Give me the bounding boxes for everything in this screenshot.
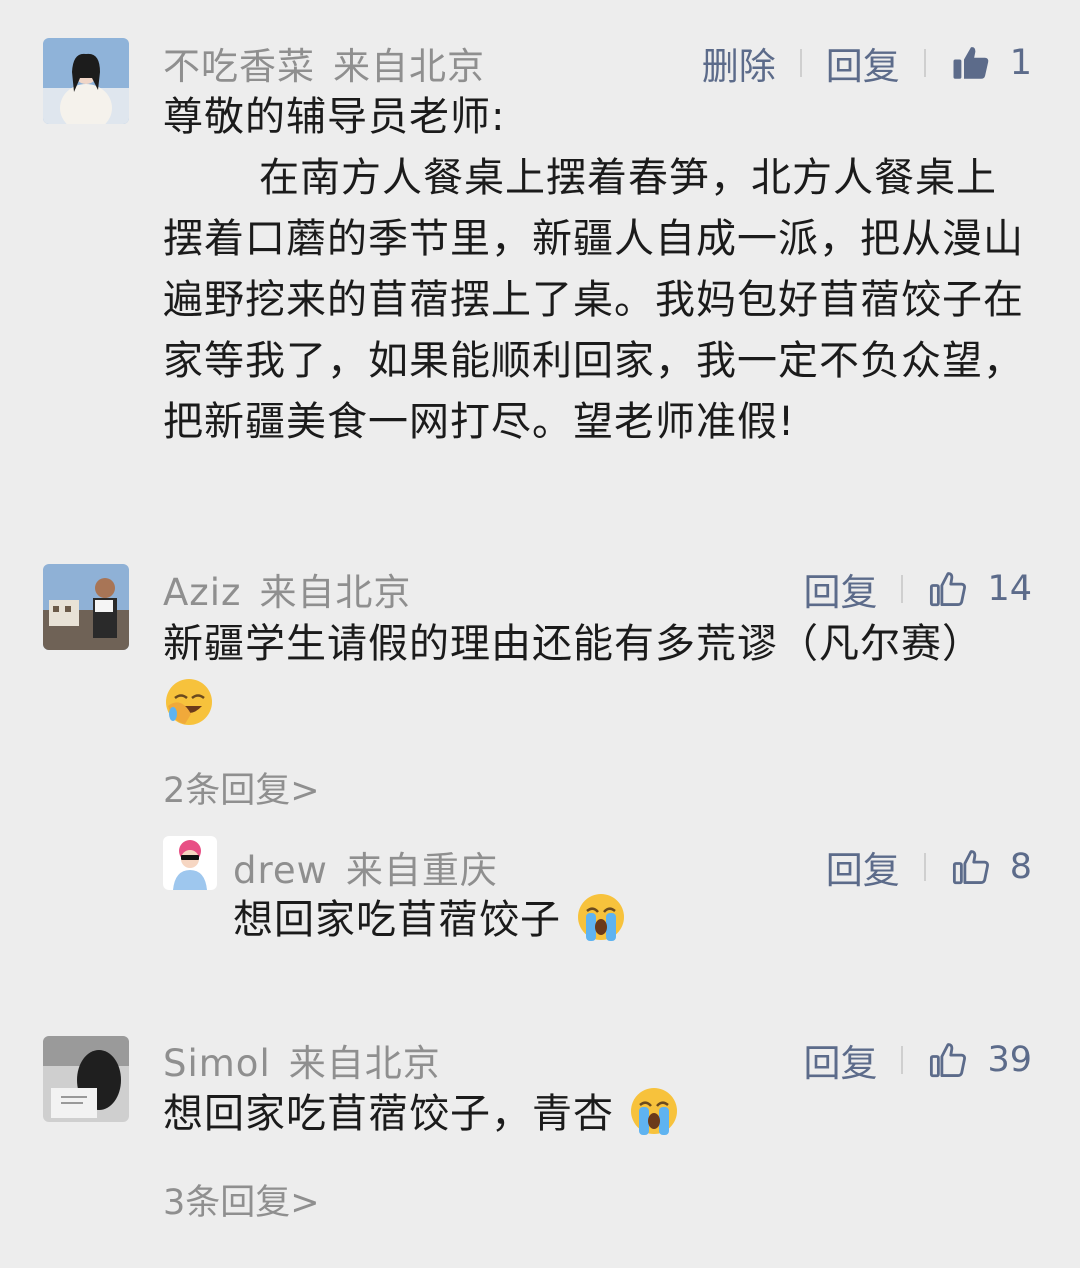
reply-button[interactable]: 回复: [803, 562, 877, 616]
avatar[interactable]: [163, 836, 217, 890]
like-button[interactable]: 1: [950, 42, 1032, 84]
like-count: 8: [1009, 847, 1032, 887]
like-count: 14: [987, 569, 1032, 609]
comment-actions: 回复 8: [826, 840, 1032, 894]
divider: [799, 49, 802, 77]
username-text[interactable]: Simol: [163, 1042, 271, 1085]
comment-body: 尊敬的辅导员老师: 在南方人餐桌上摆着春笋，北方人餐桌上摆着口蘑的季节里，新疆人…: [163, 87, 1033, 453]
delete-button[interactable]: 删除: [702, 36, 776, 90]
more-replies-link[interactable]: 2条回复>: [163, 762, 320, 813]
reply-button[interactable]: 回复: [826, 840, 900, 894]
avatar[interactable]: [43, 1036, 129, 1122]
like-button[interactable]: 8: [950, 846, 1032, 888]
location-text: 来自重庆: [345, 849, 498, 892]
comment-greeting: 尊敬的辅导员老师:: [163, 94, 506, 140]
loudly-crying-face-emoji-icon: [630, 1088, 677, 1135]
like-button[interactable]: 14: [927, 568, 1032, 610]
comment-body: 新疆学生请假的理由还能有多荒谬（凡尔赛）: [163, 614, 983, 736]
avatar-image: [43, 564, 129, 650]
username-text[interactable]: 不吃香菜: [163, 45, 315, 88]
username[interactable]: 不吃香菜 来自北京: [163, 36, 485, 90]
username[interactable]: Aziz 来自北京: [163, 562, 411, 616]
comment-actions: 回复 14: [803, 562, 1032, 616]
location-text: 来自北京: [288, 1042, 441, 1085]
username[interactable]: drew 来自重庆: [233, 840, 498, 894]
avatar-image: [43, 38, 129, 124]
divider: [901, 1046, 904, 1074]
thumbs-up-icon: [952, 850, 989, 885]
reply-body: 想回家吃苜蓿饺子: [233, 890, 1013, 951]
avatar[interactable]: [43, 564, 129, 650]
comment-actions: 回复 39: [803, 1033, 1032, 1087]
location-text: 来自北京: [333, 45, 485, 88]
reply-text: 想回家吃苜蓿饺子: [233, 897, 561, 943]
face-palm-laughing-emoji-icon: [166, 679, 212, 725]
avatar-image: [163, 836, 217, 890]
divider: [923, 49, 926, 77]
thumbs-up-icon: [930, 1043, 967, 1078]
location-text: 来自北京: [259, 571, 412, 614]
like-button[interactable]: 39: [927, 1039, 1032, 1081]
comment-text: 想回家吃苜蓿饺子，青杏: [163, 1091, 614, 1137]
comment-text: 新疆学生请假的理由还能有多荒谬（凡尔赛）: [163, 621, 983, 667]
avatar-image: [43, 1036, 129, 1122]
loudly-crying-face-emoji-icon: [577, 894, 624, 941]
avatar[interactable]: [43, 38, 129, 124]
like-count: 39: [987, 1040, 1032, 1080]
thumbs-up-icon: [930, 572, 967, 607]
username[interactable]: Simol 来自北京: [163, 1033, 441, 1087]
like-count: 1: [1009, 43, 1032, 83]
username-text[interactable]: Aziz: [163, 571, 241, 614]
reply-button[interactable]: 回复: [826, 36, 900, 90]
divider: [901, 575, 904, 603]
username-text[interactable]: drew: [233, 849, 328, 892]
comment-body: 想回家吃苜蓿饺子，青杏: [163, 1084, 983, 1145]
reply-button[interactable]: 回复: [803, 1033, 877, 1087]
thumbs-up-filled-icon: [953, 47, 988, 79]
more-replies-link[interactable]: 3条回复>: [163, 1174, 320, 1225]
comment-text: 在南方人餐桌上摆着春笋，北方人餐桌上摆着口蘑的季节里，新疆人自成一派，把从漫山遍…: [163, 155, 1024, 445]
divider: [923, 853, 926, 881]
comment-actions: 删除 回复 1: [702, 36, 1032, 90]
